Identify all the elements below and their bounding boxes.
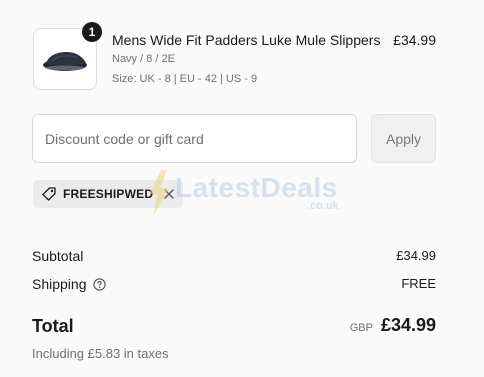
- product-variant: Navy / 8 / 2E: [112, 53, 175, 65]
- quantity-badge: 1: [82, 22, 102, 42]
- total-amount: £34.99: [380, 315, 436, 335]
- remove-discount-icon[interactable]: [163, 188, 175, 200]
- apply-button[interactable]: Apply: [371, 114, 436, 163]
- order-summary: 1 Mens Wide Fit Padders Luke Mule Slippe…: [0, 0, 484, 377]
- applied-discount-tag: FREESHIPWED: [33, 180, 184, 208]
- total-label: Total: [32, 316, 74, 336]
- subtotal-label: Subtotal: [32, 248, 84, 264]
- tag-icon: [41, 186, 57, 202]
- shipping-value: FREE: [401, 276, 436, 291]
- help-icon[interactable]: [92, 277, 106, 291]
- slipper-icon: [43, 52, 87, 71]
- product-price: £34.99: [393, 32, 436, 48]
- shipping-row-label: Shipping: [32, 276, 106, 292]
- currency-code: GBP: [349, 322, 373, 334]
- applied-discount-code: FREESHIPWED: [63, 187, 154, 201]
- subtotal-value: £34.99: [396, 248, 436, 263]
- shipping-label: Shipping: [32, 276, 87, 292]
- taxes-note: Including £5.83 in taxes: [32, 346, 169, 361]
- product-title: Mens Wide Fit Padders Luke Mule Slippers: [112, 32, 381, 48]
- discount-code-input[interactable]: [32, 114, 357, 163]
- product-size: Size: UK - 8 | EU - 42 | US - 9: [112, 73, 258, 85]
- watermark-domain: .co.uk: [307, 200, 339, 212]
- watermark-text: LatestDeals: [175, 172, 338, 203]
- total-value-group: GBP £34.99: [350, 315, 436, 336]
